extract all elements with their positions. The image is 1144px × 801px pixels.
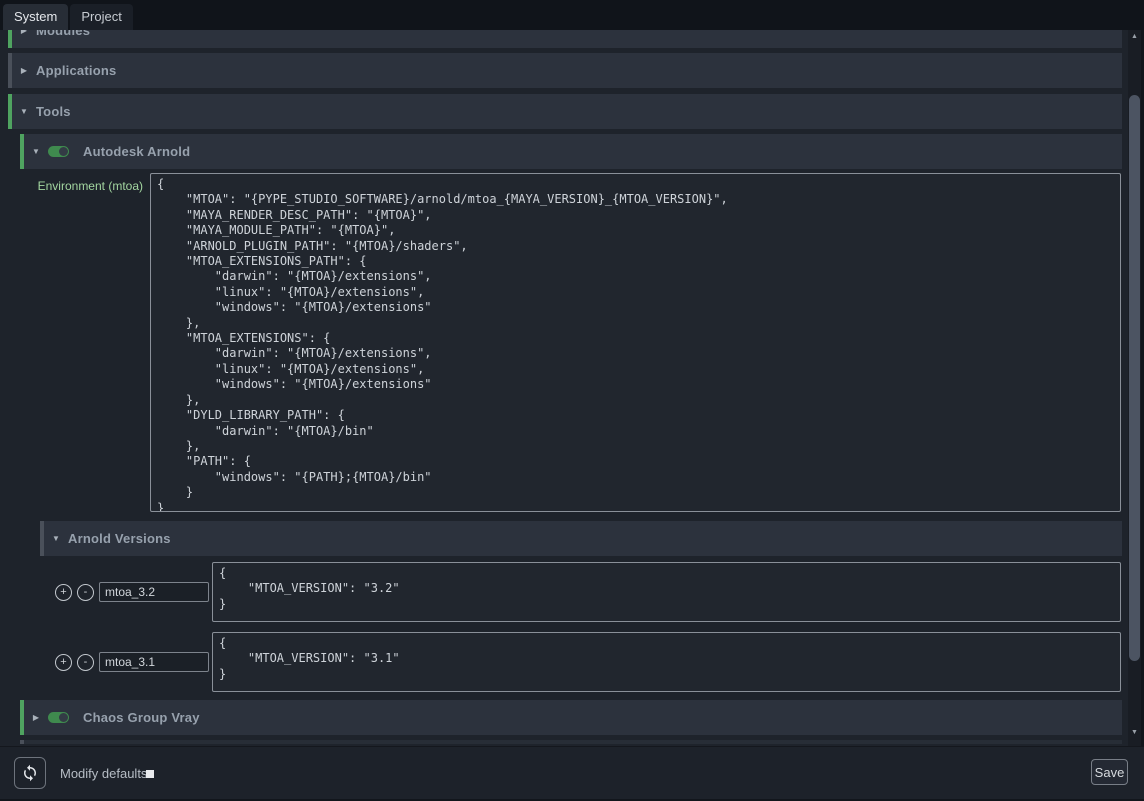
add-item-button[interactable]: + (55, 654, 72, 671)
modify-defaults-label: Modify defaults (60, 747, 147, 800)
section-title-applications: Applications (36, 63, 116, 78)
section-header-applications[interactable]: ▶ Applications (8, 53, 1122, 88)
section-header-arnold-versions[interactable]: ▼ Arnold Versions (40, 521, 1122, 556)
chevron-right-icon: ▶ (12, 66, 36, 75)
environment-json-textarea[interactable]: { "MTOA": "{PYPE_STUDIO_SOFTWARE}/arnold… (150, 173, 1121, 512)
refresh-icon (21, 764, 39, 782)
tab-system[interactable]: System (3, 4, 68, 30)
scroll-up-icon[interactable]: ▲ (1128, 30, 1141, 44)
vertical-scrollbar[interactable]: ▲ ▼ (1128, 30, 1141, 746)
settings-content: ▶ Modules ▶ Applications ▼ Tools ▼ Autod… (0, 30, 1128, 744)
tab-bar: System Project (0, 0, 1144, 30)
version-key-input[interactable] (99, 582, 209, 602)
vray-enabled-toggle[interactable] (48, 712, 69, 723)
clipped-next-section (20, 740, 1122, 744)
section-title-chaos-group-vray: Chaos Group Vray (83, 710, 200, 725)
settings-scroll-area: ▶ Modules ▶ Applications ▼ Tools ▼ Autod… (0, 30, 1128, 746)
footer-bar: Modify defaults Save (0, 746, 1144, 799)
chevron-down-icon: ▼ (24, 147, 48, 156)
add-item-button[interactable]: + (55, 584, 72, 601)
section-title-arnold-versions: Arnold Versions (68, 531, 171, 546)
environment-field-row: Environment (mtoa) { "MTOA": "{PYPE_STUD… (20, 173, 1121, 512)
version-json-textarea[interactable]: { "MTOA_VERSION": "3.1" } (212, 632, 1121, 692)
chevron-down-icon: ▼ (12, 107, 36, 116)
scroll-down-icon[interactable]: ▼ (1128, 726, 1141, 740)
section-title-modules: Modules (36, 30, 90, 38)
toggle-knob (59, 147, 68, 156)
section-title-tools: Tools (36, 104, 71, 119)
remove-item-button[interactable]: - (77, 654, 94, 671)
version-item-row: + - { "MTOA_VERSION": "3.2" } (40, 562, 1121, 622)
section-header-autodesk-arnold[interactable]: ▼ Autodesk Arnold (20, 134, 1122, 169)
save-button[interactable]: Save (1091, 759, 1128, 785)
modify-defaults-checkbox[interactable] (146, 770, 154, 778)
version-key-input[interactable] (99, 652, 209, 672)
section-header-modules[interactable]: ▶ Modules (8, 30, 1122, 48)
remove-item-button[interactable]: - (77, 584, 94, 601)
section-title-autodesk-arnold: Autodesk Arnold (83, 144, 190, 159)
arnold-enabled-toggle[interactable] (48, 146, 69, 157)
section-header-chaos-group-vray[interactable]: ▶ Chaos Group Vray (20, 700, 1122, 735)
section-header-tools[interactable]: ▼ Tools (8, 94, 1122, 129)
version-item-row: + - { "MTOA_VERSION": "3.1" } (40, 632, 1121, 692)
chevron-right-icon: ▶ (12, 30, 36, 35)
scrollbar-thumb[interactable] (1129, 95, 1140, 661)
chevron-down-icon: ▼ (44, 534, 68, 543)
refresh-button[interactable] (14, 757, 46, 789)
tab-project[interactable]: Project (70, 4, 132, 30)
toggle-knob (59, 713, 68, 722)
chevron-right-icon: ▶ (24, 713, 48, 722)
version-json-textarea[interactable]: { "MTOA_VERSION": "3.2" } (212, 562, 1121, 622)
environment-label: Environment (mtoa) (20, 173, 150, 512)
